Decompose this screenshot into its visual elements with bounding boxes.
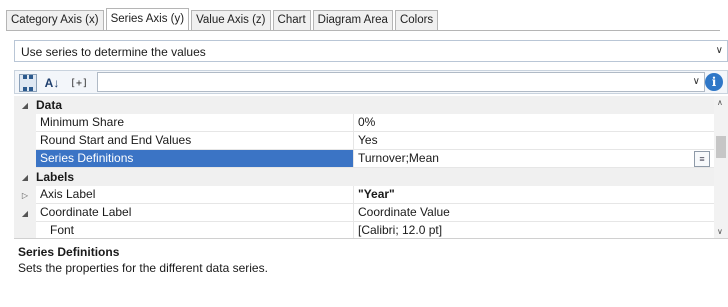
tab-colors[interactable]: Colors [394,10,439,30]
category-labels[interactable]: ◢ Labels [14,168,714,186]
property-row-font[interactable]: Font [Calibri; 12.0 pt] [14,222,714,238]
collapse-triangle-icon[interactable]: ◢ [14,96,36,114]
property-name: Series Definitions [36,150,354,168]
series-mode-dropdown[interactable]: Use series to determine the values ∨ [14,40,728,62]
property-value-text: Turnover;Mean [358,151,439,165]
tab-category-axis[interactable]: Category Axis (x) [6,10,104,30]
edit-list-icon[interactable]: ≡ [694,151,710,167]
property-value[interactable]: 0% [354,114,714,132]
scroll-down-icon[interactable]: ∨ [717,227,723,236]
expand-all-button[interactable]: [+] [65,74,93,92]
property-row-round-values[interactable]: Round Start and End Values Yes [14,132,714,150]
row-gutter [14,114,36,132]
tab-value-axis[interactable]: Value Axis (z) [191,10,271,30]
category-label: Labels [36,170,75,184]
tab-series-axis[interactable]: Series Axis (y) [105,8,190,30]
property-grid: ◢ Data Minimum Share 0% Round Start and … [14,96,714,238]
description-panel: Series Definitions Sets the properties f… [14,238,728,307]
property-name: Round Start and End Values [36,132,354,150]
description-title: Series Definitions [18,245,120,259]
property-value[interactable]: Coordinate Value [354,204,714,222]
property-name: Minimum Share [36,114,354,132]
description-text: Sets the properties for the different da… [18,261,268,275]
expand-triangle-icon[interactable]: ▷ [14,186,36,204]
property-name: Coordinate Label [36,204,354,222]
collapse-triangle-icon[interactable]: ◢ [14,204,36,222]
category-data[interactable]: ◢ Data [14,96,714,114]
chevron-down-icon: ∨ [692,76,700,87]
property-toolbar: A↓ [+] ∨ i [14,70,728,94]
collapse-triangle-icon[interactable]: ◢ [14,168,36,186]
property-row-coordinate-label[interactable]: ◢ Coordinate Label Coordinate Value [14,204,714,222]
info-icon[interactable]: i [705,73,723,91]
property-name: Font [36,222,354,238]
row-gutter [14,222,36,238]
series-mode-value: Use series to determine the values [21,45,206,59]
row-gutter [14,132,36,150]
chevron-down-icon: ∨ [715,45,723,56]
property-value[interactable]: [Calibri; 12.0 pt] [354,222,714,238]
vertical-scrollbar[interactable]: ∧ ∨ [714,96,728,238]
tab-divider [6,30,720,31]
property-row-axis-label[interactable]: ▷ Axis Label "Year" [14,186,714,204]
sort-alphabetical-icon[interactable]: A↓ [43,74,61,92]
categorized-view-icon[interactable] [19,74,37,92]
property-value[interactable]: "Year" [354,186,714,204]
tab-diagram-area[interactable]: Diagram Area [312,10,393,30]
property-value[interactable]: Yes [354,132,714,150]
property-row-series-definitions[interactable]: Series Definitions Turnover;Mean ≡ [14,150,714,168]
category-label: Data [36,98,63,112]
scrollbar-thumb[interactable] [716,136,726,158]
tab-chart[interactable]: Chart [272,10,311,30]
property-value[interactable]: Turnover;Mean ≡ [354,150,714,168]
row-gutter [14,150,36,168]
scroll-up-icon[interactable]: ∧ [717,98,723,107]
tab-strip: Category Axis (x) Series Axis (y) Value … [6,8,440,30]
property-name: Axis Label [36,186,354,204]
property-filter-combo[interactable]: ∨ [97,72,705,92]
property-row-minimum-share[interactable]: Minimum Share 0% [14,114,714,132]
